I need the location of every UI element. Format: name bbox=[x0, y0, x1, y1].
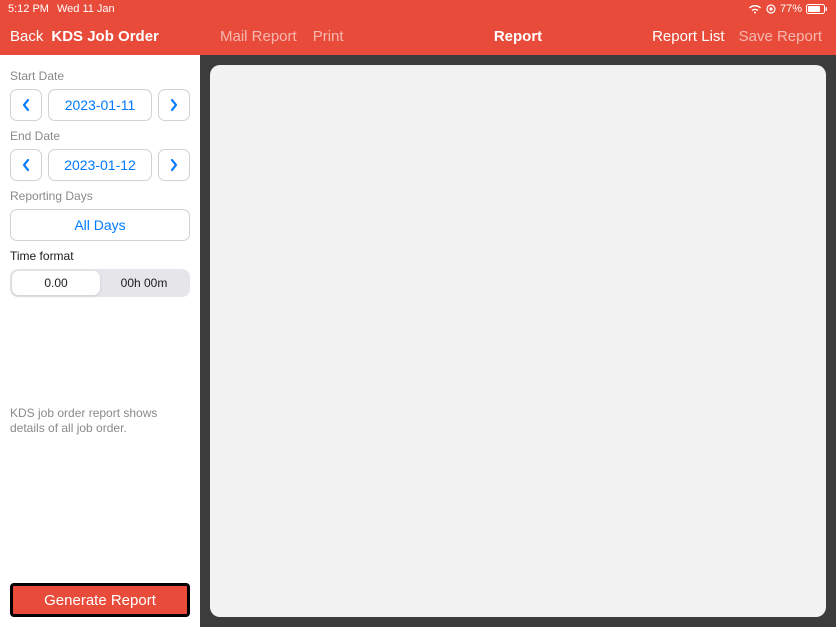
orientation-lock-icon bbox=[766, 4, 776, 14]
print-button[interactable]: Print bbox=[313, 28, 344, 45]
generate-report-button[interactable]: Generate Report bbox=[10, 583, 190, 617]
start-date-prev-button[interactable] bbox=[10, 89, 42, 121]
mail-report-button[interactable]: Mail Report bbox=[220, 28, 297, 45]
header-center-title: Report bbox=[494, 28, 542, 45]
report-config-sidebar: Start Date 2023-01-11 End Date 2023-01- bbox=[0, 55, 200, 627]
save-report-button[interactable]: Save Report bbox=[739, 28, 822, 45]
wifi-icon bbox=[748, 4, 762, 14]
report-preview-page bbox=[210, 65, 826, 617]
chevron-right-icon bbox=[169, 158, 179, 172]
start-date-field[interactable]: 2023-01-11 bbox=[48, 89, 152, 121]
chevron-right-icon bbox=[169, 98, 179, 112]
time-format-decimal[interactable]: 0.00 bbox=[12, 271, 100, 295]
report-preview-container bbox=[200, 55, 836, 627]
time-format-label: Time format bbox=[10, 249, 190, 263]
end-date-prev-button[interactable] bbox=[10, 149, 42, 181]
reporting-days-label: Reporting Days bbox=[10, 189, 190, 203]
page-title: KDS Job Order bbox=[51, 28, 159, 45]
battery-percent: 77% bbox=[780, 3, 802, 15]
start-date-next-button[interactable] bbox=[158, 89, 190, 121]
report-description: KDS job order report shows details of al… bbox=[10, 406, 190, 437]
end-date-field[interactable]: 2023-01-12 bbox=[48, 149, 152, 181]
report-list-button[interactable]: Report List bbox=[652, 28, 725, 45]
time-format-segmented[interactable]: 0.00 00h 00m bbox=[10, 269, 190, 297]
battery-icon bbox=[806, 4, 828, 14]
statusbar-date: Wed 11 Jan bbox=[57, 3, 115, 15]
end-date-label: End Date bbox=[10, 129, 190, 143]
back-button[interactable]: Back bbox=[10, 28, 43, 45]
end-date-next-button[interactable] bbox=[158, 149, 190, 181]
chevron-left-icon bbox=[21, 158, 31, 172]
chevron-left-icon bbox=[21, 98, 31, 112]
app-header: Back KDS Job Order Mail Report Print Rep… bbox=[0, 18, 836, 55]
statusbar-time: 5:12 PM bbox=[8, 3, 49, 15]
time-format-hms[interactable]: 00h 00m bbox=[100, 271, 188, 295]
device-statusbar: 5:12 PM Wed 11 Jan 77% bbox=[0, 0, 836, 18]
reporting-days-select[interactable]: All Days bbox=[10, 209, 190, 241]
start-date-label: Start Date bbox=[10, 69, 190, 83]
